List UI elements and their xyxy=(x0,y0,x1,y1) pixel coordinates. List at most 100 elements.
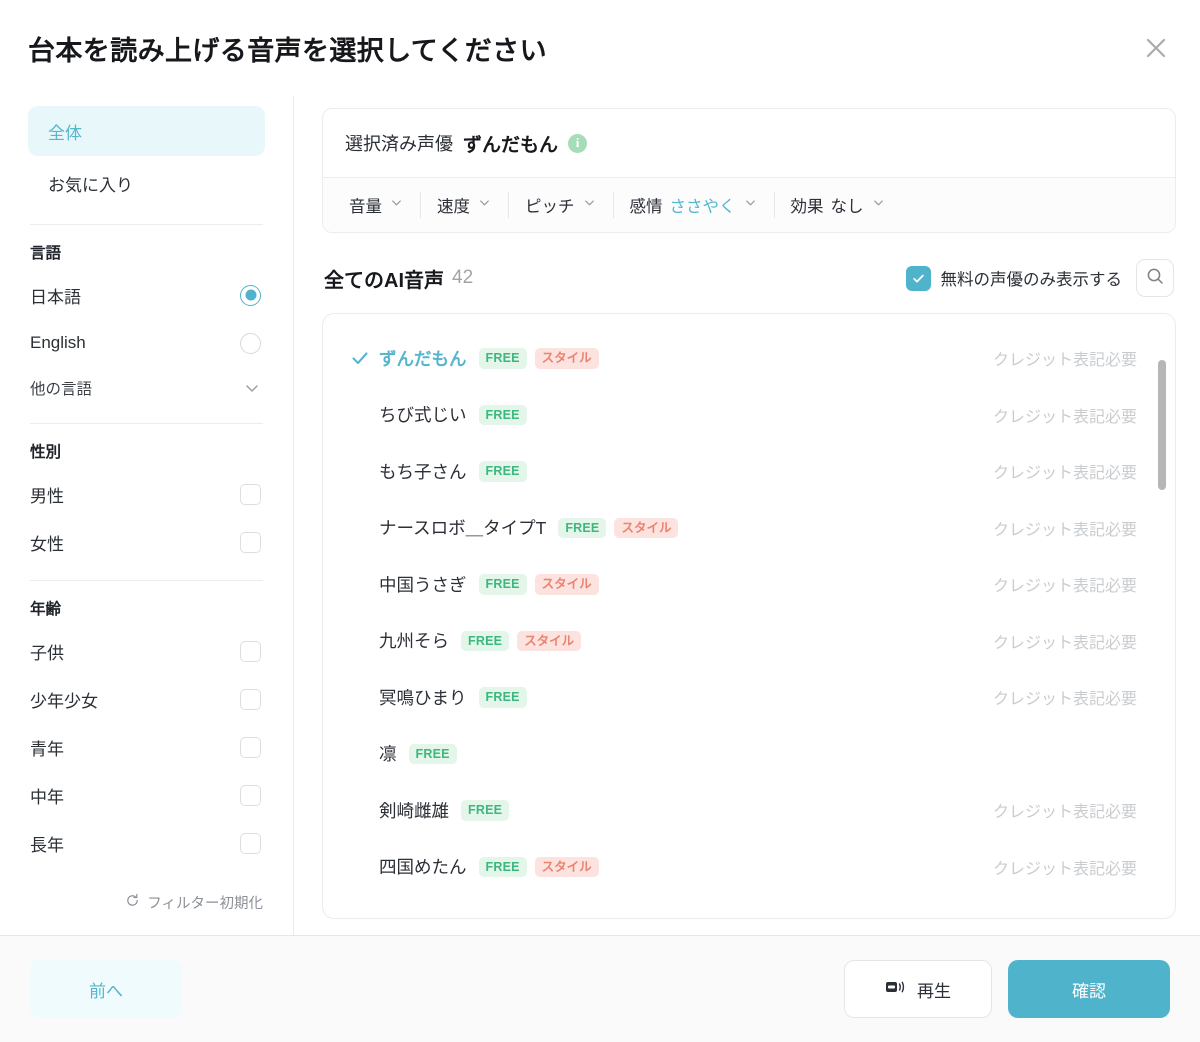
filter-sidebar: 全体 お気に入り 言語 日本語 English 他の言語 性別 男性 女性 年齢… xyxy=(0,96,294,935)
chevron-down-icon xyxy=(477,195,492,215)
checkbox-senior[interactable] xyxy=(240,832,261,854)
sidebar-item-all[interactable]: 全体 xyxy=(28,106,265,156)
credit-note: クレジット表記必要 xyxy=(992,408,1137,426)
age-option-middle-aged[interactable]: 中年 xyxy=(28,771,265,819)
play-label: 再生 xyxy=(917,981,951,1001)
scrollbar-thumb[interactable] xyxy=(1158,360,1166,490)
control-value: ささやく xyxy=(669,198,736,216)
voice-name: 凛 xyxy=(379,744,397,765)
sidebar-item-favorites[interactable]: お気に入り xyxy=(28,158,265,208)
confirm-button[interactable]: 確認 xyxy=(1008,960,1170,1018)
language-more-toggle[interactable]: 他の言語 xyxy=(28,367,265,409)
language-option-japanese[interactable]: 日本語 xyxy=(28,271,265,319)
badge-style: スタイル xyxy=(534,348,599,369)
close-icon xyxy=(1141,33,1171,63)
refresh-icon xyxy=(125,893,140,912)
option-label: 長年 xyxy=(30,835,64,855)
voice-list-tools: 無料の声優のみ表示する xyxy=(905,259,1174,297)
voice-row-shikoku-metan[interactable]: 四国めたん FREE スタイル クレジット表記必要 xyxy=(323,839,1175,896)
control-value: なし xyxy=(830,198,864,216)
voice-row-mochikosan[interactable]: もち子さん FREE クレジット表記必要 xyxy=(323,443,1175,500)
voice-row-chibishikijii[interactable]: ちび式じい FREE クレジット表記必要 xyxy=(323,387,1175,444)
voice-row-meimei-himari[interactable]: 冥鳴ひまり FREE クレジット表記必要 xyxy=(323,669,1175,726)
control-effect[interactable]: 効果 なし xyxy=(775,192,902,218)
option-label: 女性 xyxy=(30,534,64,554)
control-emotion[interactable]: 感情 ささやく xyxy=(614,192,775,218)
footer-actions: 再生 確認 xyxy=(844,960,1170,1018)
sidebar-item-label: 全体 xyxy=(48,123,82,143)
voice-row-kenzaki-mesuo[interactable]: 剣崎雌雄 FREE クレジット表記必要 xyxy=(323,782,1175,839)
age-group-title: 年齢 xyxy=(30,601,62,618)
divider xyxy=(30,580,263,581)
radio-english[interactable] xyxy=(240,332,261,354)
voice-row-chugoku-usagi[interactable]: 中国うさぎ FREE スタイル クレジット表記必要 xyxy=(323,556,1175,613)
divider xyxy=(30,224,263,225)
badge-free: FREE xyxy=(478,574,527,595)
voice-badges: FREE スタイル xyxy=(478,574,599,595)
checkbox-female[interactable] xyxy=(240,531,261,553)
voice-name: 四国めたん xyxy=(379,857,467,878)
voice-name: 中国うさぎ xyxy=(379,574,467,595)
free-only-toggle[interactable]: 無料の声優のみ表示する xyxy=(905,265,1123,291)
badge-free: FREE xyxy=(478,348,527,369)
badge-free: FREE xyxy=(478,687,527,708)
voice-count: 42 xyxy=(452,267,474,288)
badge-free: FREE xyxy=(408,743,457,764)
reset-filters-button[interactable]: フィルター初期化 xyxy=(28,882,265,935)
voice-badges: FREE スタイル xyxy=(558,517,679,538)
age-option-senior[interactable]: 長年 xyxy=(28,819,265,867)
badge-style: スタイル xyxy=(534,574,599,595)
radio-japanese[interactable] xyxy=(240,284,261,306)
control-pitch[interactable]: ピッチ xyxy=(509,192,614,218)
voice-name: 九州そら xyxy=(379,631,449,652)
close-button[interactable] xyxy=(1134,26,1178,70)
age-option-teen[interactable]: 少年少女 xyxy=(28,675,265,723)
voice-name: ずんだもん xyxy=(379,348,467,369)
free-only-label: 無料の声優のみ表示する xyxy=(940,271,1123,289)
age-option-child[interactable]: 子供 xyxy=(28,627,265,675)
checkbox-male[interactable] xyxy=(240,483,261,505)
gender-option-female[interactable]: 女性 xyxy=(28,518,265,566)
checkbox-free-only[interactable] xyxy=(905,265,931,291)
voice-row-zundamon[interactable]: ずんだもん FREE スタイル クレジット表記必要 xyxy=(323,330,1175,387)
checkbox-child[interactable] xyxy=(240,640,261,662)
language-group-title: 言語 xyxy=(30,245,62,262)
checkbox-young-adult[interactable] xyxy=(240,736,261,758)
credit-note: クレジット表記必要 xyxy=(992,691,1137,709)
gender-option-male[interactable]: 男性 xyxy=(28,470,265,518)
badge-style: スタイル xyxy=(534,856,599,877)
voice-row-nurserobo-typet[interactable]: ナースロボ＿タイプT FREE スタイル クレジット表記必要 xyxy=(323,500,1175,557)
credit-note: クレジット表記必要 xyxy=(992,521,1137,539)
page-title: 台本を読み上げる音声を選択してください xyxy=(28,35,547,66)
modal-footer: 前へ 再生 確認 xyxy=(0,936,1200,1042)
checkbox-middle-aged[interactable] xyxy=(240,784,261,806)
badge-free: FREE xyxy=(558,517,607,538)
credit-note: クレジット表記必要 xyxy=(992,352,1137,370)
selected-check-icon xyxy=(349,347,379,369)
control-volume[interactable]: 音量 xyxy=(333,192,421,218)
control-speed[interactable]: 速度 xyxy=(421,192,509,218)
play-button[interactable]: 再生 xyxy=(844,960,992,1018)
checkbox-teen[interactable] xyxy=(240,688,261,710)
search-button[interactable] xyxy=(1136,259,1174,297)
voice-name: ちび式じい xyxy=(379,405,467,426)
age-option-young-adult[interactable]: 青年 xyxy=(28,723,265,771)
language-option-english[interactable]: English xyxy=(28,319,265,367)
modal-header: 台本を読み上げる音声を選択してください xyxy=(0,0,1200,96)
credit-note: クレジット表記必要 xyxy=(992,578,1137,596)
voice-name: ナースロボ＿タイプT xyxy=(379,518,547,539)
option-label: 中年 xyxy=(30,787,64,807)
selected-voice-label: 選択済み声優 xyxy=(345,134,453,154)
voice-list-header: 全てのAI音声 42 無料の声優のみ表示する xyxy=(322,233,1176,313)
voice-badges: FREE xyxy=(461,800,510,821)
voice-list[interactable]: ずんだもん FREE スタイル クレジット表記必要 ちび式じい FREE クレジ… xyxy=(323,314,1175,918)
voice-row-kyushu-sora[interactable]: 九州そら FREE スタイル クレジット表記必要 xyxy=(323,613,1175,670)
prev-button[interactable]: 前へ xyxy=(30,960,182,1018)
voice-name: もち子さん xyxy=(379,461,467,482)
voice-row-rin[interactable]: 凛 FREE xyxy=(323,726,1175,783)
control-label: 速度 xyxy=(437,198,470,216)
voice-badges: FREE xyxy=(478,687,527,708)
info-icon[interactable]: i xyxy=(568,133,588,153)
voice-list-scrollbar[interactable] xyxy=(1158,360,1166,900)
credit-note: クレジット表記必要 xyxy=(992,804,1137,822)
